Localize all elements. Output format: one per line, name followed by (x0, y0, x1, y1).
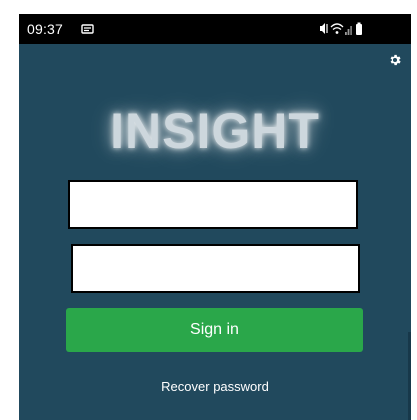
password-field[interactable] (71, 244, 360, 293)
app-screen: 09:37 INSIGHT Sign in Recover password (19, 14, 411, 420)
username-field[interactable] (68, 180, 358, 229)
edge-shadow (408, 332, 411, 420)
system-status-icons (320, 22, 362, 35)
notification-icon (81, 24, 94, 34)
status-time: 09:37 (27, 21, 64, 37)
gear-icon[interactable] (388, 53, 402, 67)
sign-in-button[interactable]: Sign in (66, 308, 363, 352)
mute-icon (320, 23, 328, 34)
app-logo: INSIGHT (110, 103, 320, 159)
signal-icon (345, 26, 352, 35)
recover-password-link[interactable]: Recover password (19, 379, 411, 394)
battery-icon (356, 22, 362, 35)
status-bar: 09:37 (19, 14, 411, 44)
wifi-icon (330, 23, 344, 34)
